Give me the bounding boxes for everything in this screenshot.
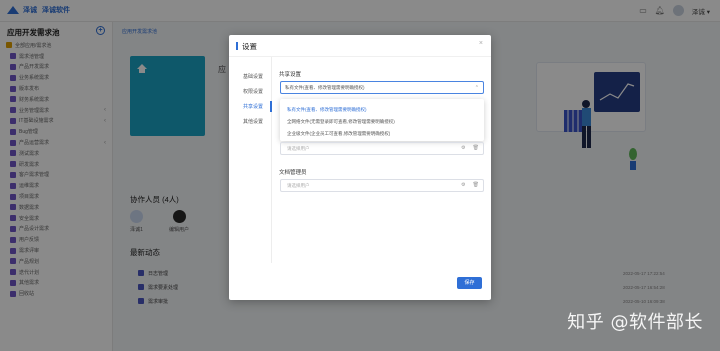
watermark: 知乎 @软件部长 [567, 312, 703, 333]
field-placeholder: 请选择用户 [287, 146, 310, 151]
share-mode-select[interactable]: 私有文件(查看、修改管理需要明确授权) ⌃ [280, 81, 484, 94]
dropdown-option[interactable]: 全网络文件(无需登录即可查看,修改管理需要明确授权) [280, 116, 484, 128]
field-actions: ⚙ 🗑︎ [461, 182, 479, 188]
chevron-up-icon: ⌃ [474, 85, 479, 91]
field-actions: ⚙ 🗑︎ [461, 145, 479, 151]
dialog-title: 设置 [242, 42, 257, 51]
nav-other-settings[interactable]: 其他设置 [229, 114, 271, 129]
dialog-header: 设置 × [229, 35, 491, 57]
nav-basic-settings[interactable]: 基础设置 [229, 69, 271, 84]
settings-icon[interactable]: ⚙ [461, 182, 465, 188]
dropdown-option[interactable]: 私有文件(查看、修改管理需要明确授权) [280, 104, 484, 116]
share-mode-dropdown: 私有文件(查看、修改管理需要明确授权) 全网络文件(无需登录即可查看,修改管理需… [280, 99, 484, 141]
doc-admin-field[interactable]: 请选择用户 ⚙ 🗑︎ [280, 179, 484, 192]
nav-permission-settings[interactable]: 权限设置 [229, 84, 271, 99]
nav-share-settings[interactable]: 共享设置 [229, 99, 272, 114]
settings-icon[interactable]: ⚙ [461, 145, 465, 151]
delete-icon[interactable]: 🗑︎ [473, 145, 479, 151]
close-icon[interactable]: × [479, 40, 483, 47]
share-section-title: 共享设置 [279, 72, 302, 78]
title-accent [236, 42, 238, 50]
user-select-field[interactable]: 请选择用户 ⚙ 🗑︎ [280, 142, 484, 155]
settings-dialog: 设置 × 基础设置 权限设置 共享设置 其他设置 共享设置 私有文件(查看、修改… [229, 35, 491, 300]
save-button[interactable]: 保存 [457, 277, 482, 289]
dropdown-option[interactable]: 企业级文件(企业员工可查看,修改管理需要明确授权) [280, 128, 484, 140]
share-mode-value: 私有文件(查看、修改管理需要明确授权) [285, 85, 365, 90]
settings-nav: 基础设置 权限设置 共享设置 其他设置 [229, 57, 272, 263]
field-placeholder: 请选择用户 [287, 183, 310, 188]
delete-icon[interactable]: 🗑︎ [473, 182, 479, 188]
doc-admin-title: 文档管理员 [279, 170, 307, 176]
